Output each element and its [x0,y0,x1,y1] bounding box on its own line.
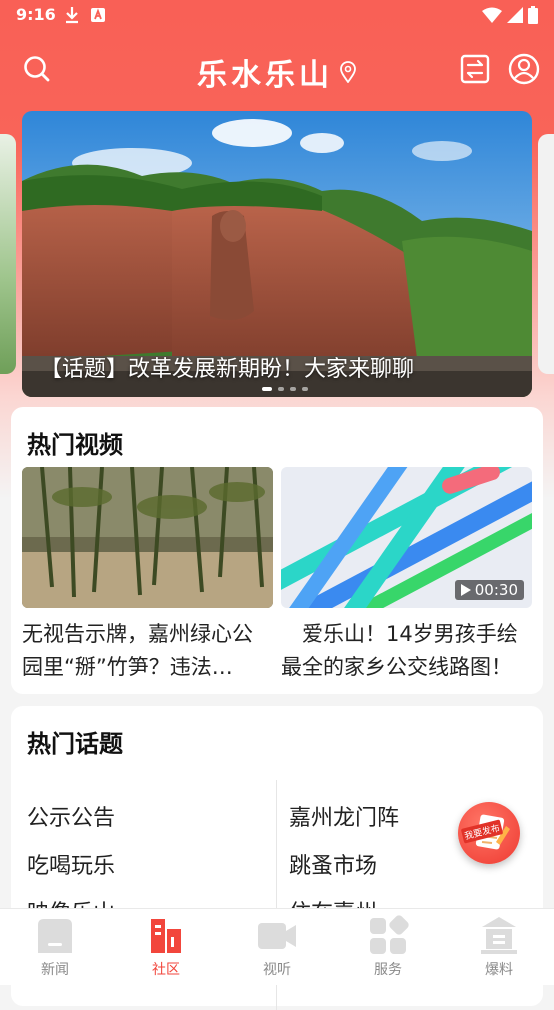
tab-video[interactable]: 视听 [237,915,317,979]
hot-videos-section: 热门视频 无视告示牌，嘉州绿心公园里“掰”竹笋？违法… 00:30 爱乐山！14… [11,407,543,694]
play-icon [460,584,471,596]
a-notification-icon [91,8,105,22]
tab-label: 视听 [263,962,291,978]
video-thumbnail [22,467,273,608]
banner-dot [278,387,284,391]
banner-caption: 【话题】改革发展新期盼！大家来聊聊 [40,357,415,382]
tab-community[interactable]: 社区 [126,915,206,979]
tab-label: 社区 [152,962,180,978]
video-duration-badge: 00:30 [454,580,524,600]
app-header: 乐水乐山 [0,40,554,98]
video-caption: 爱乐山！14岁男孩手绘最全的家乡公交线路图！ [281,622,518,679]
video-camera-icon [258,923,296,949]
news-icon [38,919,72,953]
tip-off-icon [481,917,517,954]
banner-dot [302,387,308,391]
services-grid-icon [370,915,409,954]
tab-services[interactable]: 服务 [348,915,428,979]
tab-news[interactable]: 新闻 [15,915,95,979]
tab-label: 新闻 [41,962,69,978]
filter-list-icon [460,54,490,84]
video-item[interactable]: 无视告示牌，嘉州绿心公园里“掰”竹笋？违法… [22,467,273,684]
profile-button[interactable] [507,52,541,86]
video-duration: 00:30 [474,581,518,599]
battery-icon [528,6,538,24]
status-time: 9:16 [16,5,56,24]
publish-fab-button[interactable]: 我要发布 [458,802,520,864]
topic-link[interactable]: 跳蚤市场 [289,848,377,880]
topic-link[interactable]: 吃喝玩乐 [27,848,115,880]
banner-carousel[interactable]: 【话题】改革发展新期盼！大家来聊聊 [22,111,532,397]
banner-page-indicator [262,387,308,391]
bottom-tab-bar: 新闻 社区 视听 服务 爆料 [0,908,554,985]
banner-peek-previous[interactable] [0,134,16,374]
video-item[interactable]: 00:30 爱乐山！14岁男孩手绘最全的家乡公交线路图！ [281,467,532,684]
wifi-icon [482,7,502,23]
banner-dot [262,387,272,391]
tab-label: 服务 [374,962,402,978]
video-caption: 无视告示牌，嘉州绿心公园里“掰”竹笋？违法… [22,622,253,679]
tab-tip-off[interactable]: 爆料 [459,915,539,979]
section-title: 热门话题 [27,730,123,758]
app-title: 乐水乐山 [197,58,333,93]
topic-link[interactable]: 公示公告 [27,800,115,832]
tab-label: 爆料 [485,962,513,978]
topic-link[interactable]: 嘉州龙门阵 [289,800,399,832]
filter-button[interactable] [458,52,492,86]
section-title: 热门视频 [27,431,123,459]
bamboo-thumbnail-image [22,467,273,608]
banner-dot [290,387,296,391]
status-bar: 9:16 [0,0,554,32]
user-avatar-icon [508,53,540,85]
community-icon [151,919,181,953]
banner-peek-next[interactable] [538,134,554,374]
location-pin-icon [340,61,356,83]
cellular-signal-icon [507,7,523,23]
download-icon [66,7,78,24]
video-thumbnail: 00:30 [281,467,532,608]
